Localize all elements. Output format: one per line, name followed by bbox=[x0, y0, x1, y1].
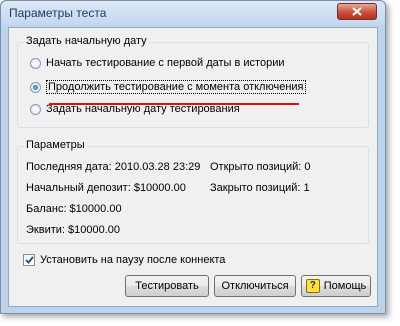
params-group: Параметры Последняя дата: 2010.03.28 23:… bbox=[17, 139, 369, 244]
radio-first-date[interactable]: Начать тестирование с первой даты в исто… bbox=[30, 57, 285, 69]
help-button[interactable]: ? Помощь bbox=[301, 275, 371, 297]
title-bar[interactable]: Параметры теста bbox=[1, 1, 385, 25]
window-title: Параметры теста bbox=[9, 6, 107, 20]
radio-continue-control[interactable] bbox=[30, 81, 41, 93]
last-date: Последняя дата: 2010.03.28 23:29 bbox=[26, 161, 201, 173]
dialog-window: Параметры теста Задать начальную дату На… bbox=[0, 0, 386, 314]
pause-checkbox-label: Установить на паузу после коннекта bbox=[40, 254, 226, 266]
equity: Эквити: $10000.00 bbox=[26, 224, 120, 236]
radio-first-date-control[interactable] bbox=[30, 57, 41, 69]
disconnect-button-label: Отключиться bbox=[221, 280, 289, 292]
initial-deposit: Начальный депозит: $10000.00 bbox=[26, 182, 186, 194]
help-icon: ? bbox=[305, 279, 320, 293]
close-icon bbox=[352, 7, 362, 16]
start-date-group-title: Задать начальную дату bbox=[24, 35, 149, 47]
test-button[interactable]: Тестировать bbox=[125, 275, 209, 297]
params-group-title: Параметры bbox=[24, 139, 87, 151]
pause-checkbox-row[interactable]: Установить на паузу после коннекта bbox=[23, 254, 225, 266]
closed-positions: Закрыто позиций: 1 bbox=[210, 182, 310, 194]
open-positions: Открыто позиций: 0 bbox=[210, 161, 311, 173]
radio-continue[interactable]: Продолжить тестирование с момента отключ… bbox=[30, 80, 306, 94]
dialog-client-area: Задать начальную дату Начать тестировани… bbox=[8, 27, 378, 307]
help-button-label: Помощь bbox=[323, 280, 367, 292]
radio-continue-label: Продолжить тестирование с момента отключ… bbox=[46, 80, 306, 94]
checkmark-icon bbox=[24, 256, 34, 264]
pause-checkbox[interactable] bbox=[23, 254, 35, 266]
start-date-group: Задать начальную дату Начать тестировани… bbox=[17, 35, 369, 128]
close-button[interactable] bbox=[337, 3, 377, 20]
balance: Баланс: $10000.00 bbox=[26, 203, 122, 215]
test-button-label: Тестировать bbox=[135, 280, 199, 292]
radio-custom-date-control[interactable] bbox=[30, 103, 41, 115]
radio-first-date-label: Начать тестирование с первой даты в исто… bbox=[46, 57, 285, 69]
disconnect-button[interactable]: Отключиться bbox=[214, 275, 296, 297]
highlight-underline bbox=[49, 103, 299, 105]
